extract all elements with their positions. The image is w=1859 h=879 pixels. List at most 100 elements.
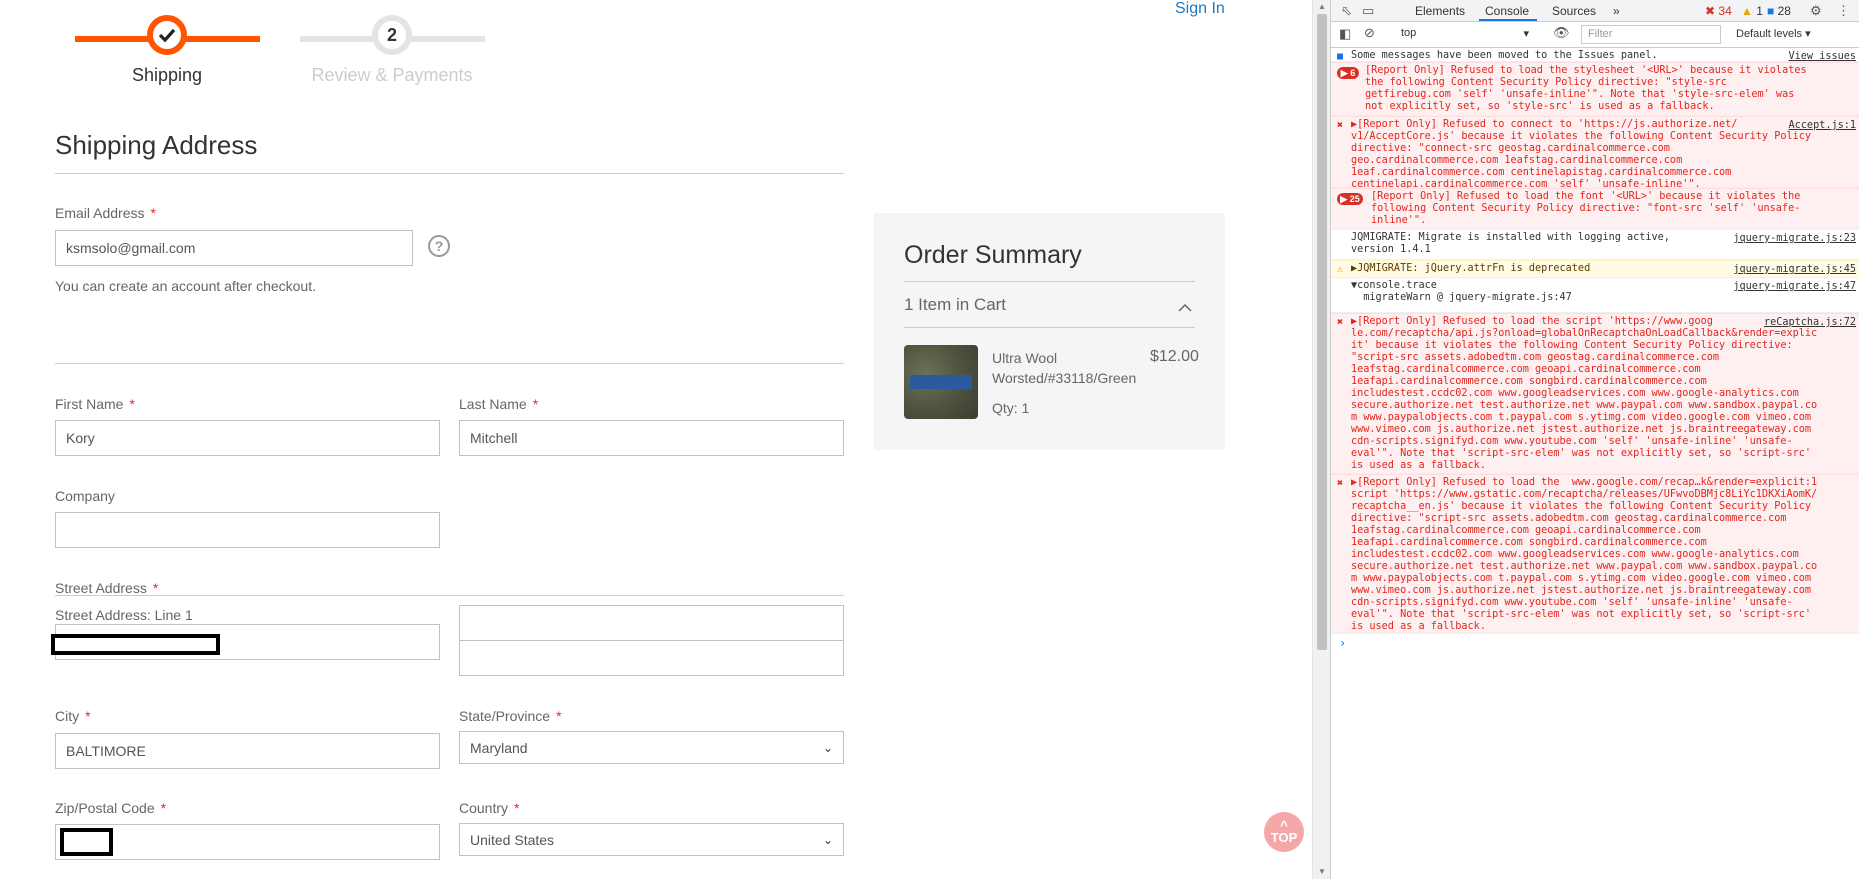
gear-icon[interactable]: ⚙ — [1810, 3, 1822, 19]
info-count: 28 — [1777, 4, 1791, 18]
street-line3-field[interactable] — [459, 640, 844, 676]
error-count-badge[interactable]: ✖ 34 — [1705, 4, 1732, 18]
repeat-count-badge: ▶ 6 — [1337, 67, 1359, 79]
console-message[interactable]: ■ Some messages have been moved to the Is… — [1331, 48, 1859, 62]
console-message[interactable]: JQMIGRATE: Migrate is installed with log… — [1331, 230, 1859, 260]
kebab-menu-icon[interactable]: ⋮ — [1837, 3, 1850, 19]
item-price: $12.00 — [1150, 348, 1199, 365]
company-field[interactable] — [55, 512, 440, 548]
product-thumbnail[interactable] — [904, 345, 978, 419]
section-divider — [55, 173, 844, 174]
zip-label: Zip/Postal Code * — [55, 800, 167, 816]
devtools-tabbar: ⬁ ▭ Elements Console Sources » ✖ 34 ▲ 1 … — [1331, 0, 1859, 22]
step-review-number[interactable]: 2 — [372, 15, 412, 55]
last-name-field[interactable]: Mitchell — [459, 420, 844, 456]
state-select[interactable]: Maryland ⌄ — [459, 731, 844, 764]
console-message-text: Some messages have been moved to the Iss… — [1351, 50, 1658, 61]
warning-count-badge[interactable]: ▲ 1 — [1741, 4, 1763, 18]
console-message-text: ▼console.trace migrateWarn @ jquery-migr… — [1351, 280, 1572, 303]
console-message-text: JQMIGRATE: Migrate is installed with log… — [1351, 232, 1670, 255]
page-scrollbar[interactable]: ▲ ▼ — [1312, 0, 1330, 879]
city-field[interactable]: BALTIMORE — [55, 733, 440, 769]
devtools-panel: ⬁ ▭ Elements Console Sources » ✖ 34 ▲ 1 … — [1330, 0, 1859, 879]
checkout-page: 2 Shipping Review & Payments Sign In Shi… — [0, 0, 1312, 879]
console-source-link[interactable]: jquery-migrate.js:45 — [1733, 264, 1856, 275]
email-field[interactable]: ksmsolo@gmail.com — [55, 230, 413, 266]
chevron-up-icon[interactable] — [1178, 299, 1192, 315]
console-message[interactable]: ▶ 6✖[Report Only] Refused to load the st… — [1331, 62, 1859, 116]
form-divider — [55, 363, 844, 364]
console-message[interactable]: ▶ 25✖[Report Only] Refused to load the f… — [1331, 188, 1859, 230]
clear-console-icon[interactable]: ⊘ — [1364, 25, 1375, 41]
summary-divider — [904, 281, 1195, 282]
tab-elements[interactable]: Elements — [1415, 4, 1465, 18]
inspect-element-icon[interactable]: ⬁ — [1341, 3, 1352, 19]
eye-icon[interactable]: 👁 — [1553, 25, 1570, 41]
context-select[interactable]: top ▾ — [1401, 27, 1529, 43]
context-value: top — [1401, 27, 1417, 39]
info-count-badge[interactable]: ■ 28 — [1767, 4, 1791, 18]
email-help-icon[interactable]: ? — [428, 235, 450, 257]
console-source-link[interactable]: jquery-migrate.js:23 — [1733, 233, 1856, 244]
repeat-count-badge: ▶ 25 — [1337, 193, 1363, 205]
state-label: State/Province * — [459, 708, 562, 724]
error-count: 34 — [1718, 4, 1732, 18]
street-line1-label: Street Address: Line 1 — [55, 607, 193, 623]
console-message-text: ▶[Report Only] Refused to connect to 'ht… — [1351, 119, 1812, 190]
street-divider — [55, 595, 844, 596]
console-filter-input[interactable]: Filter — [1581, 25, 1721, 44]
console-source-link[interactable]: View issues — [1789, 51, 1856, 62]
order-summary-title: Order Summary — [904, 241, 1082, 269]
step-shipping-check-icon[interactable] — [147, 15, 187, 55]
country-select[interactable]: United States ⌄ — [459, 823, 844, 856]
top-label: TOP — [1270, 830, 1298, 845]
console-message[interactable]: ▼console.trace migrateWarn @ jquery-migr… — [1331, 278, 1859, 313]
console-message[interactable]: ✖ ▶[Report Only] Refused to connect to 'h… — [1331, 116, 1859, 190]
console-prompt[interactable]: › — [1339, 636, 1346, 650]
more-tabs-icon[interactable]: » — [1613, 4, 1620, 18]
sidebar-toggle-icon[interactable]: ◧ — [1339, 26, 1351, 42]
console-source-link[interactable]: jquery-migrate.js:47 — [1733, 281, 1856, 292]
step-label-review-payments[interactable]: Review & Payments — [292, 65, 492, 86]
chevron-down-icon: ⌄ — [822, 832, 833, 847]
error-icon: ✖ — [1337, 317, 1344, 328]
error-icon: ✖ — [1337, 478, 1344, 489]
scrollbar-thumb[interactable] — [1317, 14, 1327, 650]
country-value: United States — [470, 831, 555, 848]
item-name: Ultra Wool Worsted/#33118/Green — [992, 350, 1137, 386]
console-message[interactable]: ✖ ▶[Report Only] Refused to load the www.… — [1331, 474, 1859, 634]
redaction-box — [60, 828, 113, 856]
console-message[interactable]: ✖ ▶[Report Only] Refused to load the scri… — [1331, 313, 1859, 474]
back-to-top-button[interactable]: ^ TOP — [1264, 812, 1304, 852]
street-address-label: Street Address * — [55, 580, 159, 596]
console-message-text: ▶[Report Only] Refused to load the www.g… — [1351, 477, 1818, 632]
email-label: Email Address * — [55, 205, 156, 221]
scroll-down-arrow-icon[interactable]: ▼ — [1318, 867, 1326, 876]
scroll-up-arrow-icon[interactable]: ▲ — [1318, 2, 1326, 11]
summary-divider — [904, 327, 1195, 328]
device-toolbar-icon[interactable]: ▭ — [1362, 3, 1374, 19]
first-name-label: First Name * — [55, 396, 135, 412]
order-summary: Order Summary 1 Item in Cart Ultra Wool … — [874, 213, 1225, 450]
warning-count: 1 — [1756, 4, 1763, 18]
log-levels-select[interactable]: Default levels ▾ — [1736, 27, 1811, 40]
city-label: City * — [55, 708, 91, 724]
sign-in-link[interactable]: Sign In — [1175, 0, 1225, 18]
console-message-text: ▶JQMIGRATE: jQuery.attrFn is deprecated — [1351, 263, 1591, 274]
console-message[interactable]: ⚠ ▶JQMIGRATE: jQuery.attrFn is deprecated… — [1331, 260, 1859, 278]
street-line2-field[interactable] — [459, 605, 844, 641]
first-name-field[interactable]: Kory — [55, 420, 440, 456]
items-in-cart-toggle[interactable]: 1 Item in Cart — [904, 295, 1006, 315]
step-label-shipping[interactable]: Shipping — [67, 65, 267, 86]
console-message-text: [Report Only] Refused to load the styles… — [1365, 65, 1807, 112]
company-label: Company — [55, 488, 115, 504]
active-tab-indicator — [1479, 19, 1537, 21]
tab-console[interactable]: Console — [1485, 4, 1529, 18]
console-message-text: ▶[Report Only] Refused to load the scrip… — [1351, 316, 1818, 471]
account-note: You can create an account after checkout… — [55, 278, 316, 294]
console-source-link[interactable]: Accept.js:1 — [1789, 120, 1856, 131]
country-label: Country * — [459, 800, 520, 816]
console-output: ■ Some messages have been moved to the Is… — [1331, 48, 1859, 879]
tab-sources[interactable]: Sources — [1552, 4, 1596, 18]
console-source-link[interactable]: reCaptcha.js:72 — [1764, 317, 1856, 328]
